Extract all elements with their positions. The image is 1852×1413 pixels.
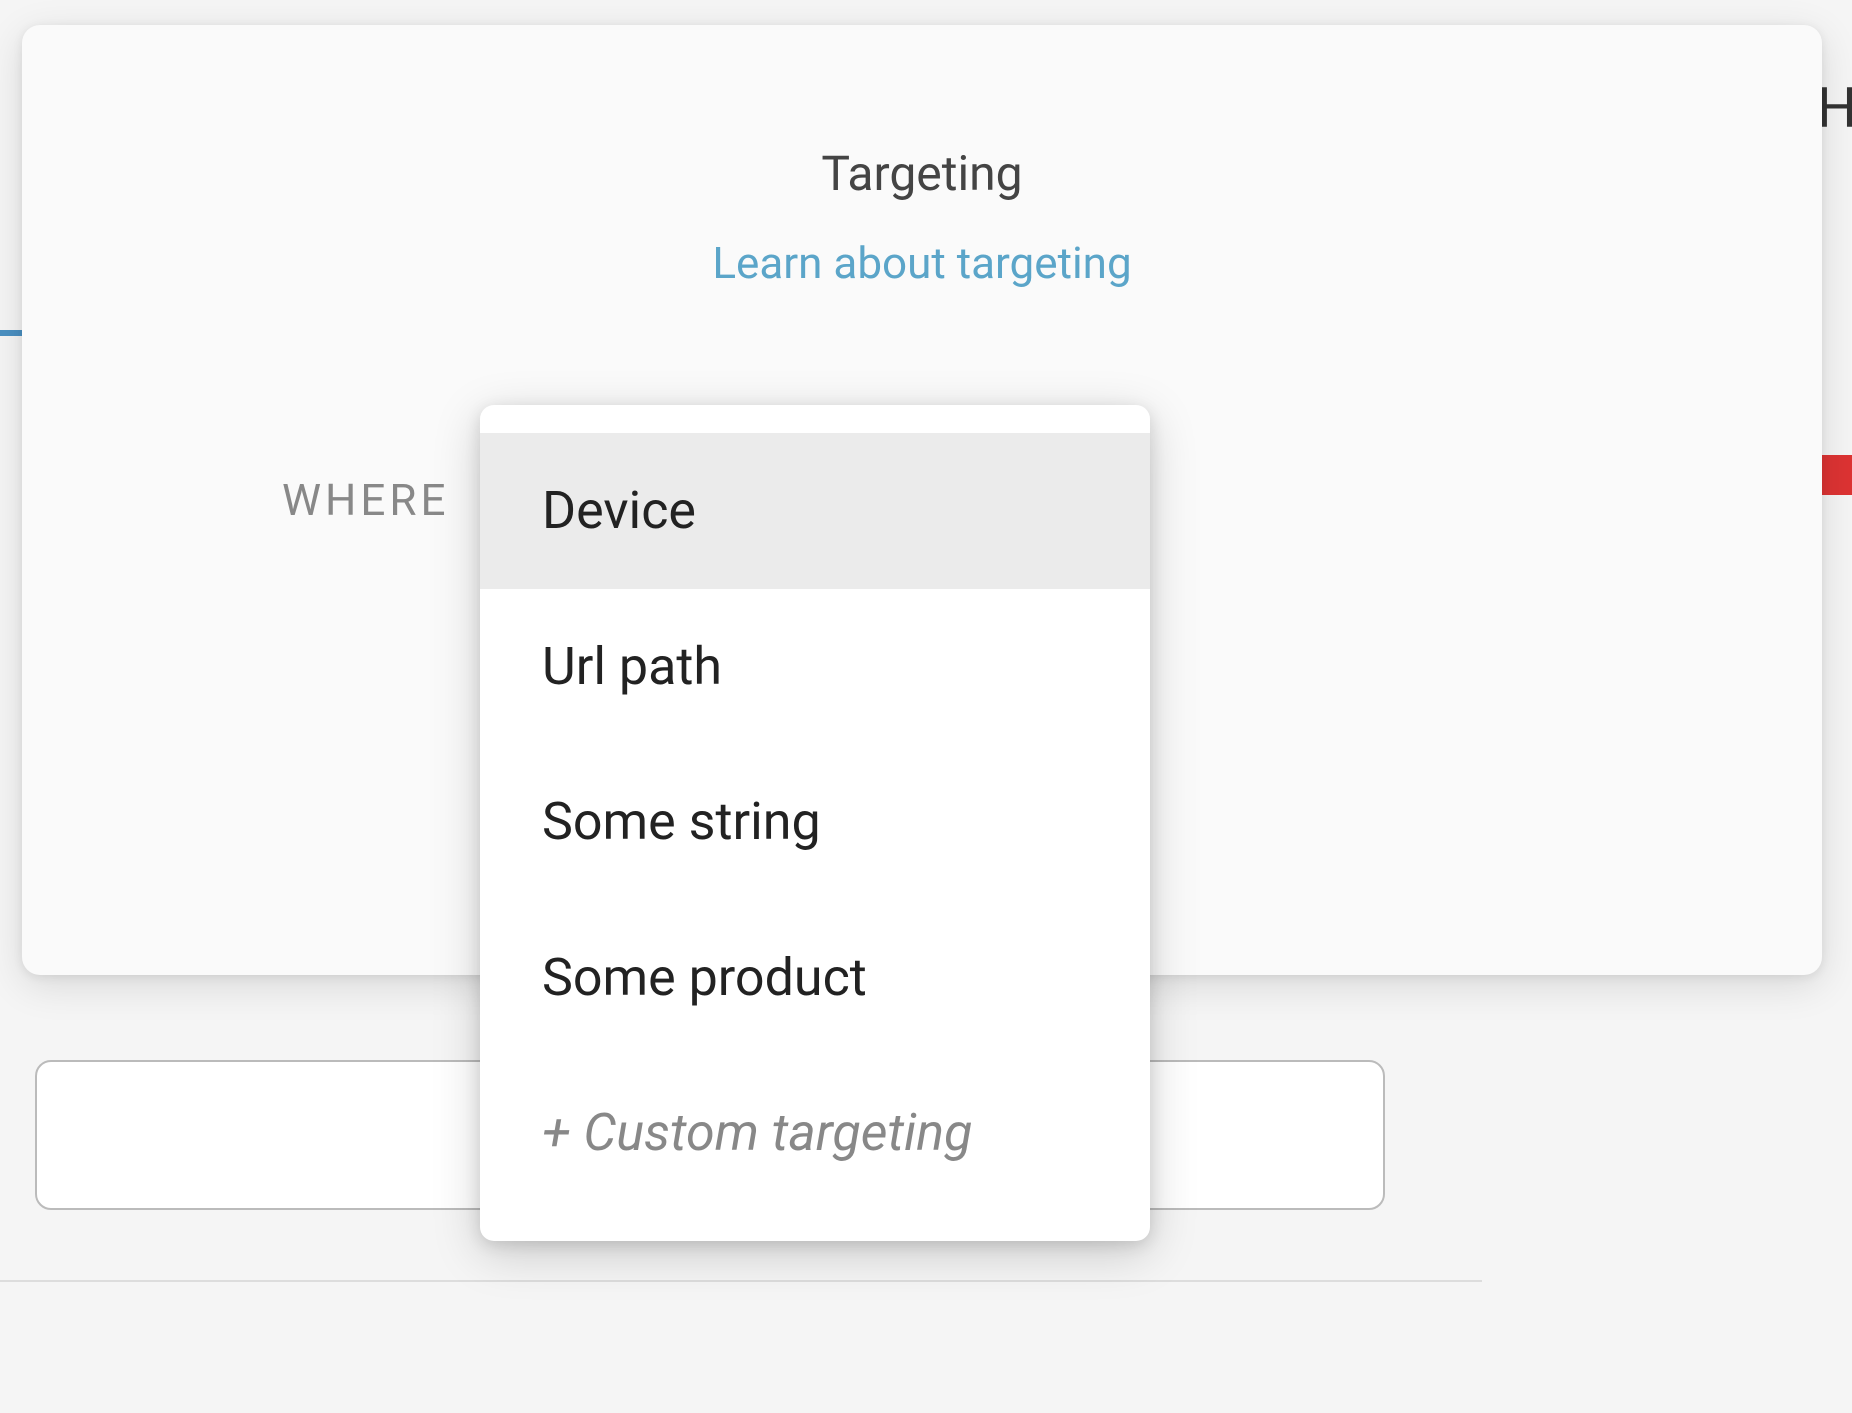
background-divider bbox=[0, 1280, 1482, 1282]
panel-title: Targeting bbox=[82, 145, 1762, 202]
dropdown-item-url-path[interactable]: Url path bbox=[480, 589, 1150, 745]
learn-about-targeting-link[interactable]: Learn about targeting bbox=[82, 237, 1762, 289]
dropdown-item-some-string[interactable]: Some string bbox=[480, 744, 1150, 900]
background-red-indicator bbox=[1820, 455, 1852, 495]
dropdown-item-device[interactable]: Device bbox=[480, 433, 1150, 589]
dropdown-item-custom-targeting[interactable]: + Custom targeting bbox=[480, 1055, 1150, 1211]
targeting-attribute-dropdown[interactable]: Device Url path Some string Some product… bbox=[480, 405, 1150, 1241]
where-label: WHERE bbox=[282, 389, 450, 526]
dropdown-item-some-product[interactable]: Some product bbox=[480, 900, 1150, 1056]
background-letter-fragment: H bbox=[1817, 75, 1852, 141]
